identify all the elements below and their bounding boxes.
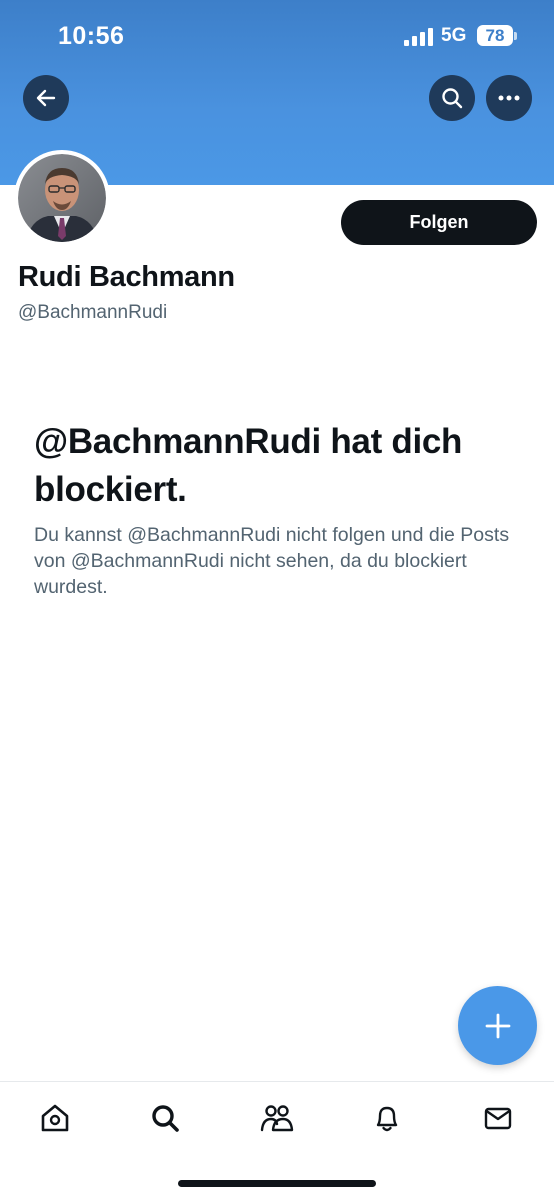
tab-messages[interactable] [476, 1100, 520, 1136]
cellular-signal-icon [404, 28, 433, 46]
network-label: 5G [441, 25, 467, 46]
avatar[interactable] [14, 150, 110, 246]
plus-icon [485, 1013, 510, 1038]
search-icon [442, 88, 463, 109]
bell-icon [376, 1106, 398, 1132]
tab-home[interactable] [33, 1100, 77, 1136]
mail-icon [484, 1107, 512, 1130]
status-bar: 10:56 5G 78 [0, 0, 554, 74]
back-button[interactable] [23, 75, 69, 121]
blocked-title: @BachmannRudi hat dich blockiert. [34, 422, 463, 509]
home-icon [41, 1104, 69, 1132]
more-horizontal-icon [498, 95, 520, 101]
people-icon [260, 1105, 294, 1132]
search-button[interactable] [429, 75, 475, 121]
blocked-description: Du kannst @BachmannRudi nicht folgen und… [34, 524, 510, 598]
tab-search[interactable] [143, 1100, 187, 1136]
more-button[interactable] [486, 75, 532, 121]
battery-icon: 78 [477, 25, 517, 46]
profile-name: Rudi Bachmann [18, 261, 235, 293]
profile-handle: @BachmannRudi [18, 302, 168, 323]
status-time: 10:56 [58, 22, 125, 50]
follow-button[interactable]: Folgen [341, 200, 537, 245]
compose-post-button[interactable] [458, 986, 537, 1065]
home-indicator [178, 1180, 376, 1187]
arrow-left-icon [36, 89, 56, 107]
profile-photo [18, 154, 106, 242]
tab-communities[interactable] [255, 1100, 299, 1136]
search-icon [152, 1105, 179, 1132]
tab-notifications[interactable] [365, 1100, 409, 1136]
